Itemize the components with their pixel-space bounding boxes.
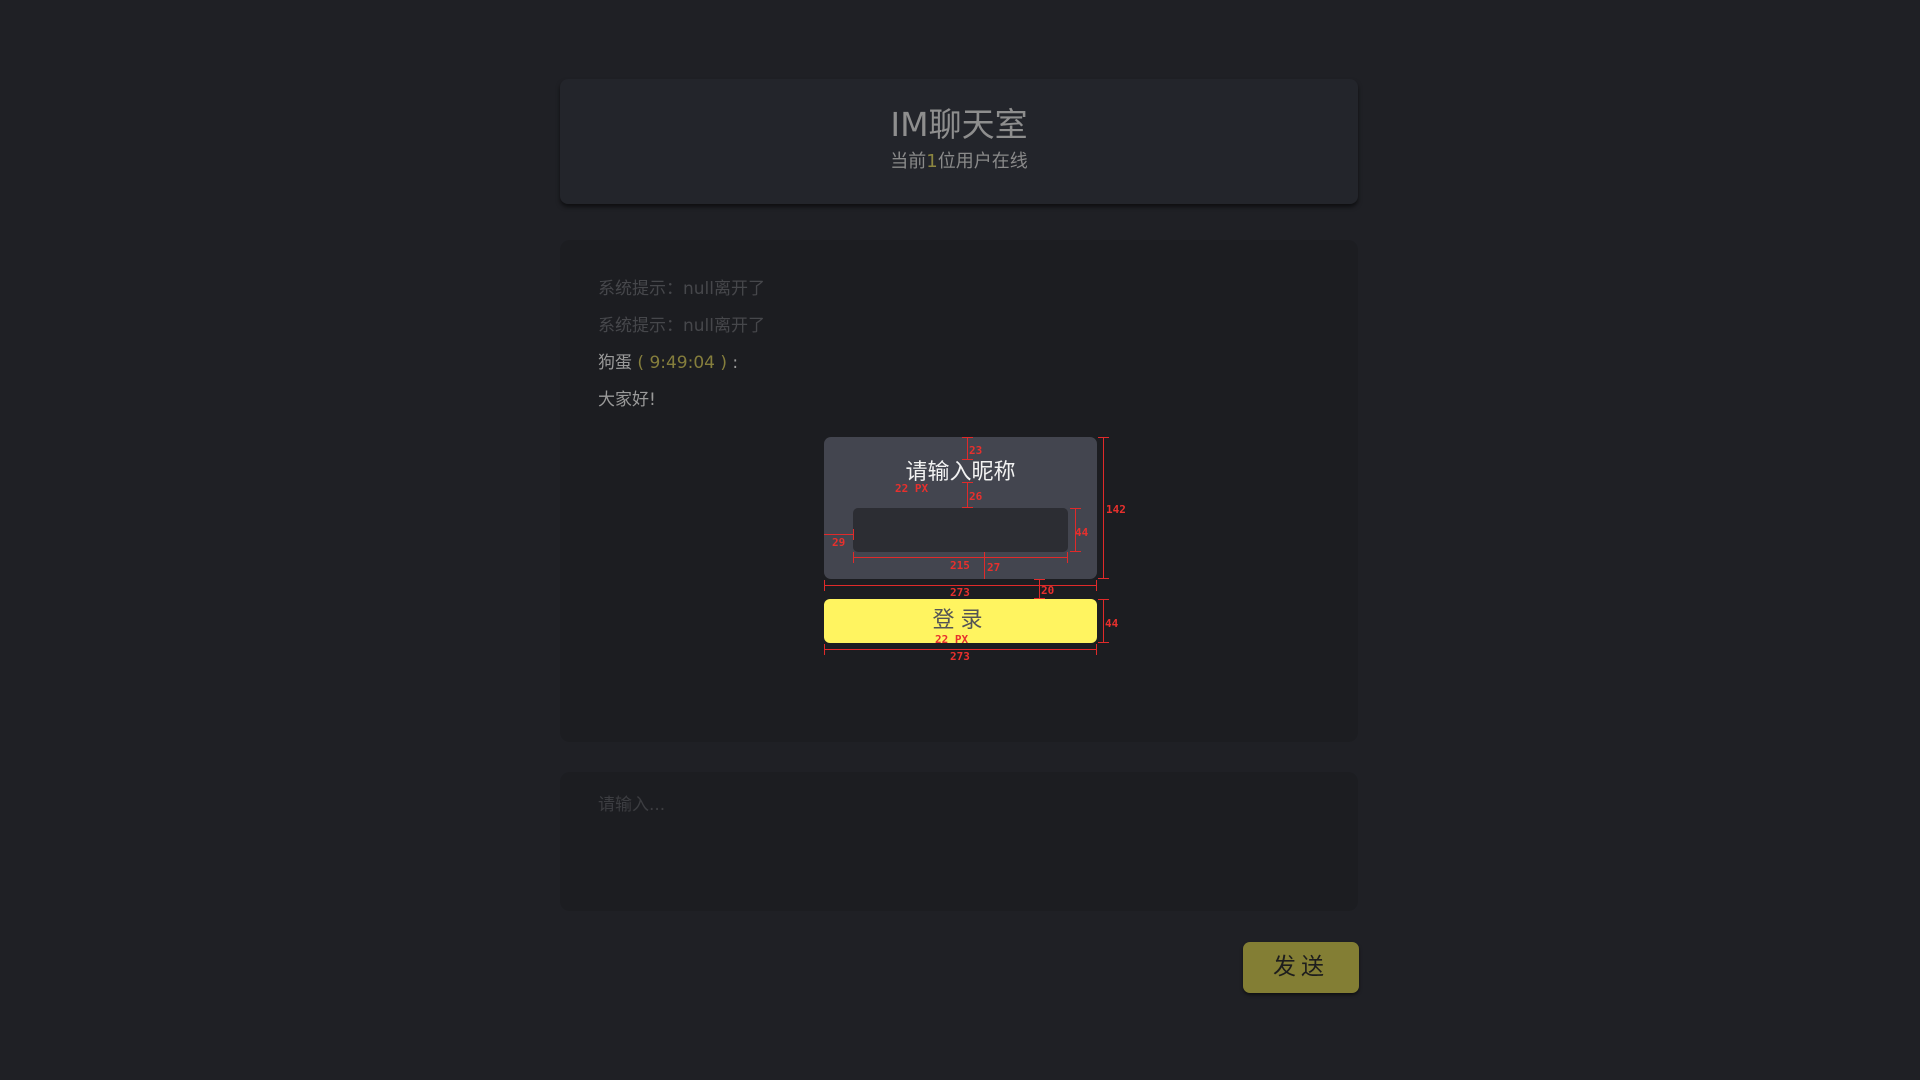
online-prefix: 当前: [890, 151, 927, 172]
login-button[interactable]: 登录: [824, 599, 1097, 643]
send-button[interactable]: 发送: [1243, 942, 1359, 993]
message-body: 大家好!: [598, 390, 656, 410]
chat-header: IM聊天室 当前1位用户在线: [560, 79, 1358, 204]
nickname-prompt: 请输入昵称: [905, 460, 1016, 485]
online-suffix: 位用户在线: [937, 151, 1028, 172]
message-input[interactable]: [598, 790, 1318, 890]
message-header: 狗蛋 ( 9:49:04 ) :: [598, 352, 738, 374]
nickname-input[interactable]: [853, 508, 1068, 552]
online-status: 当前1位用户在线: [560, 151, 1358, 173]
message-author: 狗蛋: [598, 353, 632, 373]
message-time: ( 9:49:04 ): [632, 353, 733, 373]
page-title: IM聊天室: [890, 105, 1028, 144]
system-message: 系统提示：null离开了: [598, 279, 765, 299]
online-count: 1: [926, 151, 938, 172]
system-message: 系统提示：null离开了: [598, 316, 765, 336]
login-dialog: 请输入昵称: [824, 437, 1097, 579]
compose-panel: [560, 772, 1358, 911]
message-colon: :: [732, 353, 739, 373]
